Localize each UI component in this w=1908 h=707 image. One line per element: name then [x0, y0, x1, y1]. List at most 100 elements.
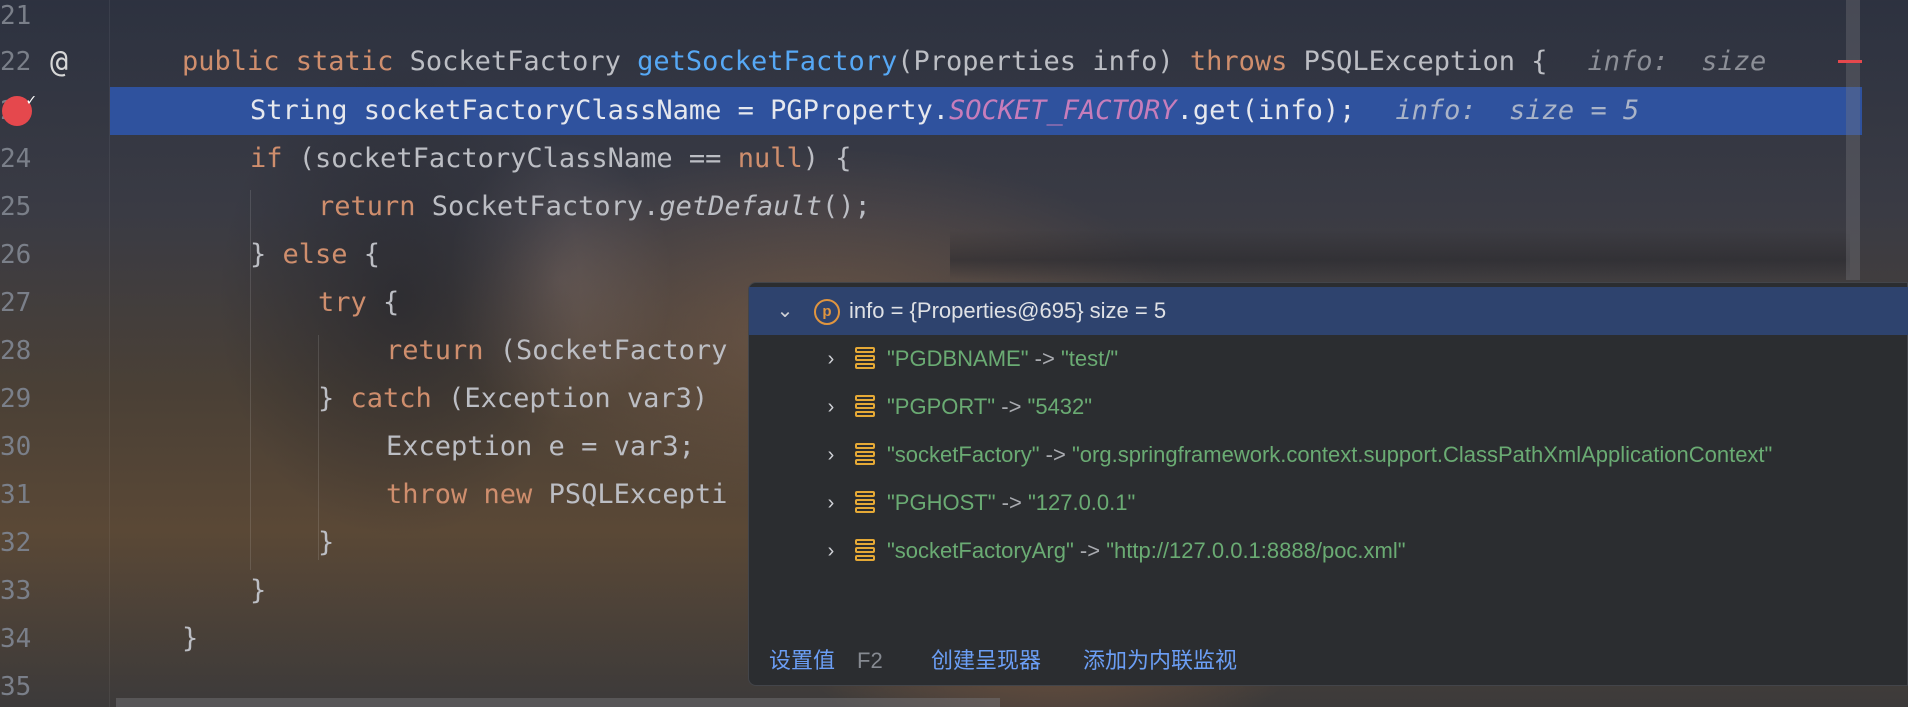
chevron-down-icon[interactable]: ⌄	[775, 287, 795, 335]
line-number: 30	[0, 432, 32, 462]
params: (Properties info)	[897, 46, 1190, 77]
code-text: }	[250, 575, 267, 606]
keyword: null	[737, 143, 803, 174]
inline-debug-hint[interactable]: info: size	[1588, 46, 1767, 77]
entry-value: "test/"	[1060, 346, 1119, 371]
code-line-29[interactable]: } catch (Exception var3)	[318, 375, 708, 423]
set-value-link[interactable]: 设置值	[769, 641, 835, 681]
keyword: public static	[182, 46, 410, 77]
line-number: 29	[0, 384, 32, 414]
line-number: 24	[0, 144, 32, 174]
code-text: (Exception var3)	[448, 383, 709, 414]
code-text: }	[250, 239, 283, 270]
code-line-24[interactable]: if (socketFactoryClassName == null) {	[250, 135, 852, 183]
code-line-28[interactable]: return (SocketFactory	[386, 327, 727, 375]
tree-entry[interactable]: › "PGHOST" -> "127.0.0.1"	[749, 479, 1908, 527]
code-line-32[interactable]: }	[318, 519, 334, 567]
entry-value: "127.0.0.1"	[1027, 490, 1136, 515]
entry-arrow: ->	[1073, 538, 1107, 563]
static-field: SOCKET_FACTORY	[948, 95, 1177, 126]
map-entry-icon	[855, 443, 875, 469]
keyword: throws	[1189, 46, 1304, 77]
set-value-shortcut: F2	[857, 648, 883, 673]
chevron-right-icon[interactable]: ›	[821, 335, 841, 383]
background-horizon	[950, 230, 1850, 280]
inline-debug-hint[interactable]: info: size = 5	[1395, 95, 1639, 126]
code-line-31[interactable]: throw new PSQLExcepti	[386, 471, 727, 519]
map-entry-icon	[855, 491, 875, 517]
entry-value: "http://127.0.0.1:8888/poc.xml"	[1106, 538, 1406, 563]
code-text: (socketFactoryClassName ==	[298, 143, 738, 174]
code-line-34[interactable]: }	[182, 615, 198, 663]
tree-entry[interactable]: › "PGDBNAME" -> "test/"	[749, 335, 1908, 383]
chevron-right-icon[interactable]: ›	[821, 383, 841, 431]
method-call: getDefault	[659, 191, 822, 222]
line-number: 31	[0, 480, 32, 510]
line-number: 33	[0, 576, 32, 606]
code-text: Exception e = var3;	[386, 431, 695, 462]
vertical-scrollbar[interactable]	[1846, 0, 1860, 280]
entry-value: "org.springframework.context.support.Cla…	[1071, 442, 1773, 467]
code-text: String socketFactoryClassName = PGProper…	[250, 95, 949, 126]
root-label: info = {Properties@695} size = 5	[849, 298, 1167, 323]
code-text: }	[318, 383, 351, 414]
check-icon: ✓	[26, 90, 36, 109]
code-text: }	[182, 623, 199, 654]
entry-key: "socketFactory"	[887, 442, 1040, 467]
line-number: 27	[0, 288, 32, 318]
code-line-23[interactable]: String socketFactoryClassName = PGProper…	[250, 87, 1639, 135]
code-line-27[interactable]: try {	[318, 279, 399, 327]
code-line-22[interactable]: public static SocketFactory getSocketFac…	[182, 38, 1766, 86]
entry-arrow: ->	[995, 490, 1028, 515]
debug-value-popup[interactable]: ⌄ p info = {Properties@695} size = 5 › "…	[748, 282, 1908, 686]
exception-type: PSQLException {	[1303, 46, 1548, 77]
tree-entry[interactable]: › "socketFactory" -> "org.springframewor…	[749, 431, 1908, 479]
create-renderer-link[interactable]: 创建呈现器	[931, 641, 1041, 681]
entry-arrow: ->	[1039, 442, 1072, 467]
line-number: 32	[0, 528, 32, 558]
breakpoint-icon[interactable]: ✓	[2, 90, 36, 126]
keyword: throw new	[386, 479, 549, 510]
code-line-25[interactable]: return SocketFactory.getDefault();	[318, 183, 871, 231]
entry-key: "socketFactoryArg"	[887, 538, 1074, 563]
entry-value: "5432"	[1027, 394, 1093, 419]
popup-footer: 设置值 F2 创建呈现器 添加为内联监视	[749, 641, 1908, 681]
keyword: return	[318, 191, 432, 222]
code-line-33[interactable]: }	[250, 567, 266, 615]
entry-key: "PGPORT"	[887, 394, 996, 419]
tree-entry[interactable]: › "socketFactoryArg" -> "http://127.0.0.…	[749, 527, 1908, 575]
code-line-26[interactable]: } else {	[250, 231, 380, 279]
error-stripe-mark[interactable]	[1838, 60, 1862, 63]
line-number: 28	[0, 336, 32, 366]
tree-root-info[interactable]: ⌄ p info = {Properties@695} size = 5	[749, 287, 1908, 335]
code-text: SocketFactory.	[431, 191, 660, 222]
code-text: {	[383, 287, 400, 318]
override-at-icon[interactable]: @	[42, 46, 76, 80]
code-text: PSQLExcepti	[548, 479, 728, 510]
method-name: getSocketFactory	[637, 46, 898, 77]
keyword: catch	[350, 383, 449, 414]
chevron-right-icon[interactable]: ›	[821, 431, 841, 479]
line-number: 22	[0, 47, 32, 77]
line-number: 34	[0, 624, 32, 654]
code-line-30[interactable]: Exception e = var3;	[386, 423, 695, 471]
line-number: 25	[0, 192, 32, 222]
map-entry-icon	[855, 395, 875, 421]
keyword: try	[318, 287, 384, 318]
entry-arrow: ->	[1028, 346, 1061, 371]
horizontal-scrollbar[interactable]	[116, 698, 1000, 707]
type-name: SocketFactory	[409, 46, 638, 77]
map-entry-icon	[855, 347, 875, 373]
keyword: if	[250, 143, 299, 174]
entry-key: "PGHOST"	[887, 490, 996, 515]
chevron-right-icon[interactable]: ›	[821, 527, 841, 575]
editor-gutter: 21 22 23 24 25 26 27 28 29 30 31 32 33 3…	[0, 0, 110, 707]
chevron-right-icon[interactable]: ›	[821, 479, 841, 527]
add-inline-watch-link[interactable]: 添加为内联监视	[1083, 641, 1237, 681]
code-text: ) {	[802, 143, 852, 174]
line-number: 35	[0, 672, 32, 702]
tree-entry[interactable]: › "PGPORT" -> "5432"	[749, 383, 1908, 431]
map-entry-icon	[855, 539, 875, 565]
line-number: 21	[0, 1, 32, 31]
code-text: (SocketFactory	[499, 335, 728, 366]
